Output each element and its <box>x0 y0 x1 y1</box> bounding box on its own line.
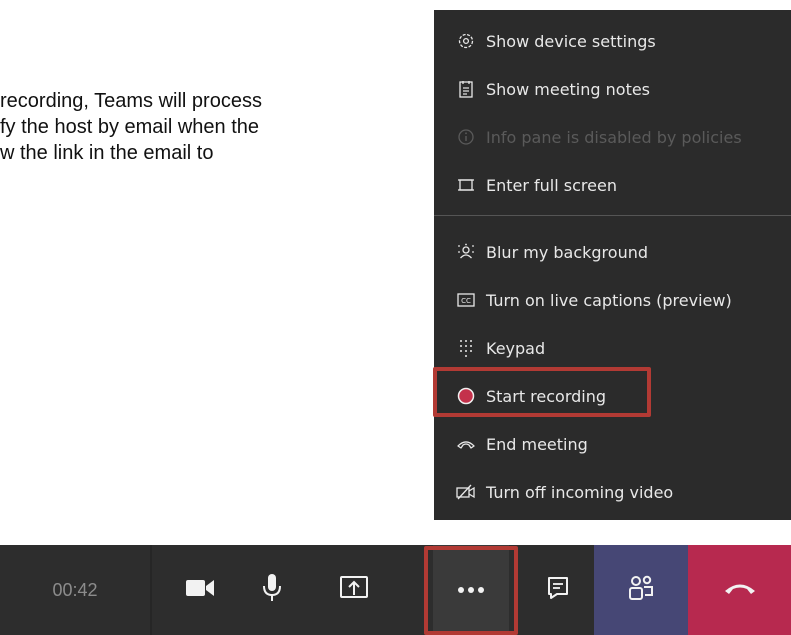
share-screen-icon <box>340 575 368 605</box>
more-actions-menu: Show device settings Show meeting notes … <box>434 10 791 520</box>
chat-icon <box>547 576 569 605</box>
menu-item-turn-off-incoming-video[interactable]: Turn off incoming video <box>434 470 791 514</box>
participants-icon <box>627 575 655 606</box>
microphone-icon <box>261 573 283 608</box>
start-recording-highlight <box>433 367 651 417</box>
svg-text:CC: CC <box>461 297 471 305</box>
more-options-highlight <box>424 546 518 635</box>
instruction-line-1: recording, Teams will process <box>0 90 262 112</box>
menu-item-label: Show device settings <box>486 31 656 51</box>
meeting-toolbar: 00:42 <box>0 545 791 635</box>
participants-button[interactable] <box>594 545 688 635</box>
meeting-timer: 00:42 <box>52 579 98 600</box>
gear-icon <box>456 31 476 51</box>
fullscreen-icon <box>456 175 476 195</box>
menu-item-label: Keypad <box>486 338 546 358</box>
menu-item-keypad[interactable]: Keypad <box>434 326 791 370</box>
menu-item-label: End meeting <box>486 434 588 454</box>
menu-item-enter-full-screen[interactable]: Enter full screen <box>434 163 791 207</box>
info-icon <box>456 127 476 147</box>
menu-item-label: Enter full screen <box>486 175 617 195</box>
toolbar-separator <box>150 545 152 635</box>
menu-item-label: Turn on live captions (preview) <box>486 290 732 310</box>
menu-divider <box>434 215 791 216</box>
microphone-button[interactable] <box>236 545 308 635</box>
menu-item-show-device-settings[interactable]: Show device settings <box>434 19 791 63</box>
hang-up-button[interactable] <box>688 545 791 635</box>
menu-item-label: Show meeting notes <box>486 79 651 99</box>
keypad-icon <box>456 338 476 358</box>
video-camera-icon <box>185 578 215 603</box>
menu-item-end-meeting[interactable]: End meeting <box>434 422 791 466</box>
chat-button[interactable] <box>522 545 594 635</box>
camera-button[interactable] <box>164 545 236 635</box>
menu-item-label: Blur my background <box>486 242 648 262</box>
menu-item-turn-on-live-captions[interactable]: CC Turn on live captions (preview) <box>434 278 791 322</box>
menu-item-label: Info pane is disabled by policies <box>486 127 742 147</box>
blur-background-icon <box>456 242 476 262</box>
share-screen-button[interactable] <box>318 545 390 635</box>
instruction-line-3: w the link in the email to <box>0 142 214 164</box>
video-off-icon <box>456 482 476 502</box>
phone-hangup-icon <box>456 434 476 454</box>
instruction-text: recording, Teams will process fy the hos… <box>0 88 430 166</box>
menu-item-info-pane-disabled: Info pane is disabled by policies <box>434 115 791 159</box>
notes-icon <box>456 79 476 99</box>
instruction-line-2: fy the host by email when the <box>0 116 260 138</box>
menu-item-label: Turn off incoming video <box>486 482 674 502</box>
hang-up-icon <box>723 580 757 601</box>
menu-item-show-meeting-notes[interactable]: Show meeting notes <box>434 67 791 111</box>
captions-icon: CC <box>456 290 476 310</box>
menu-item-blur-my-background[interactable]: Blur my background <box>434 230 791 274</box>
